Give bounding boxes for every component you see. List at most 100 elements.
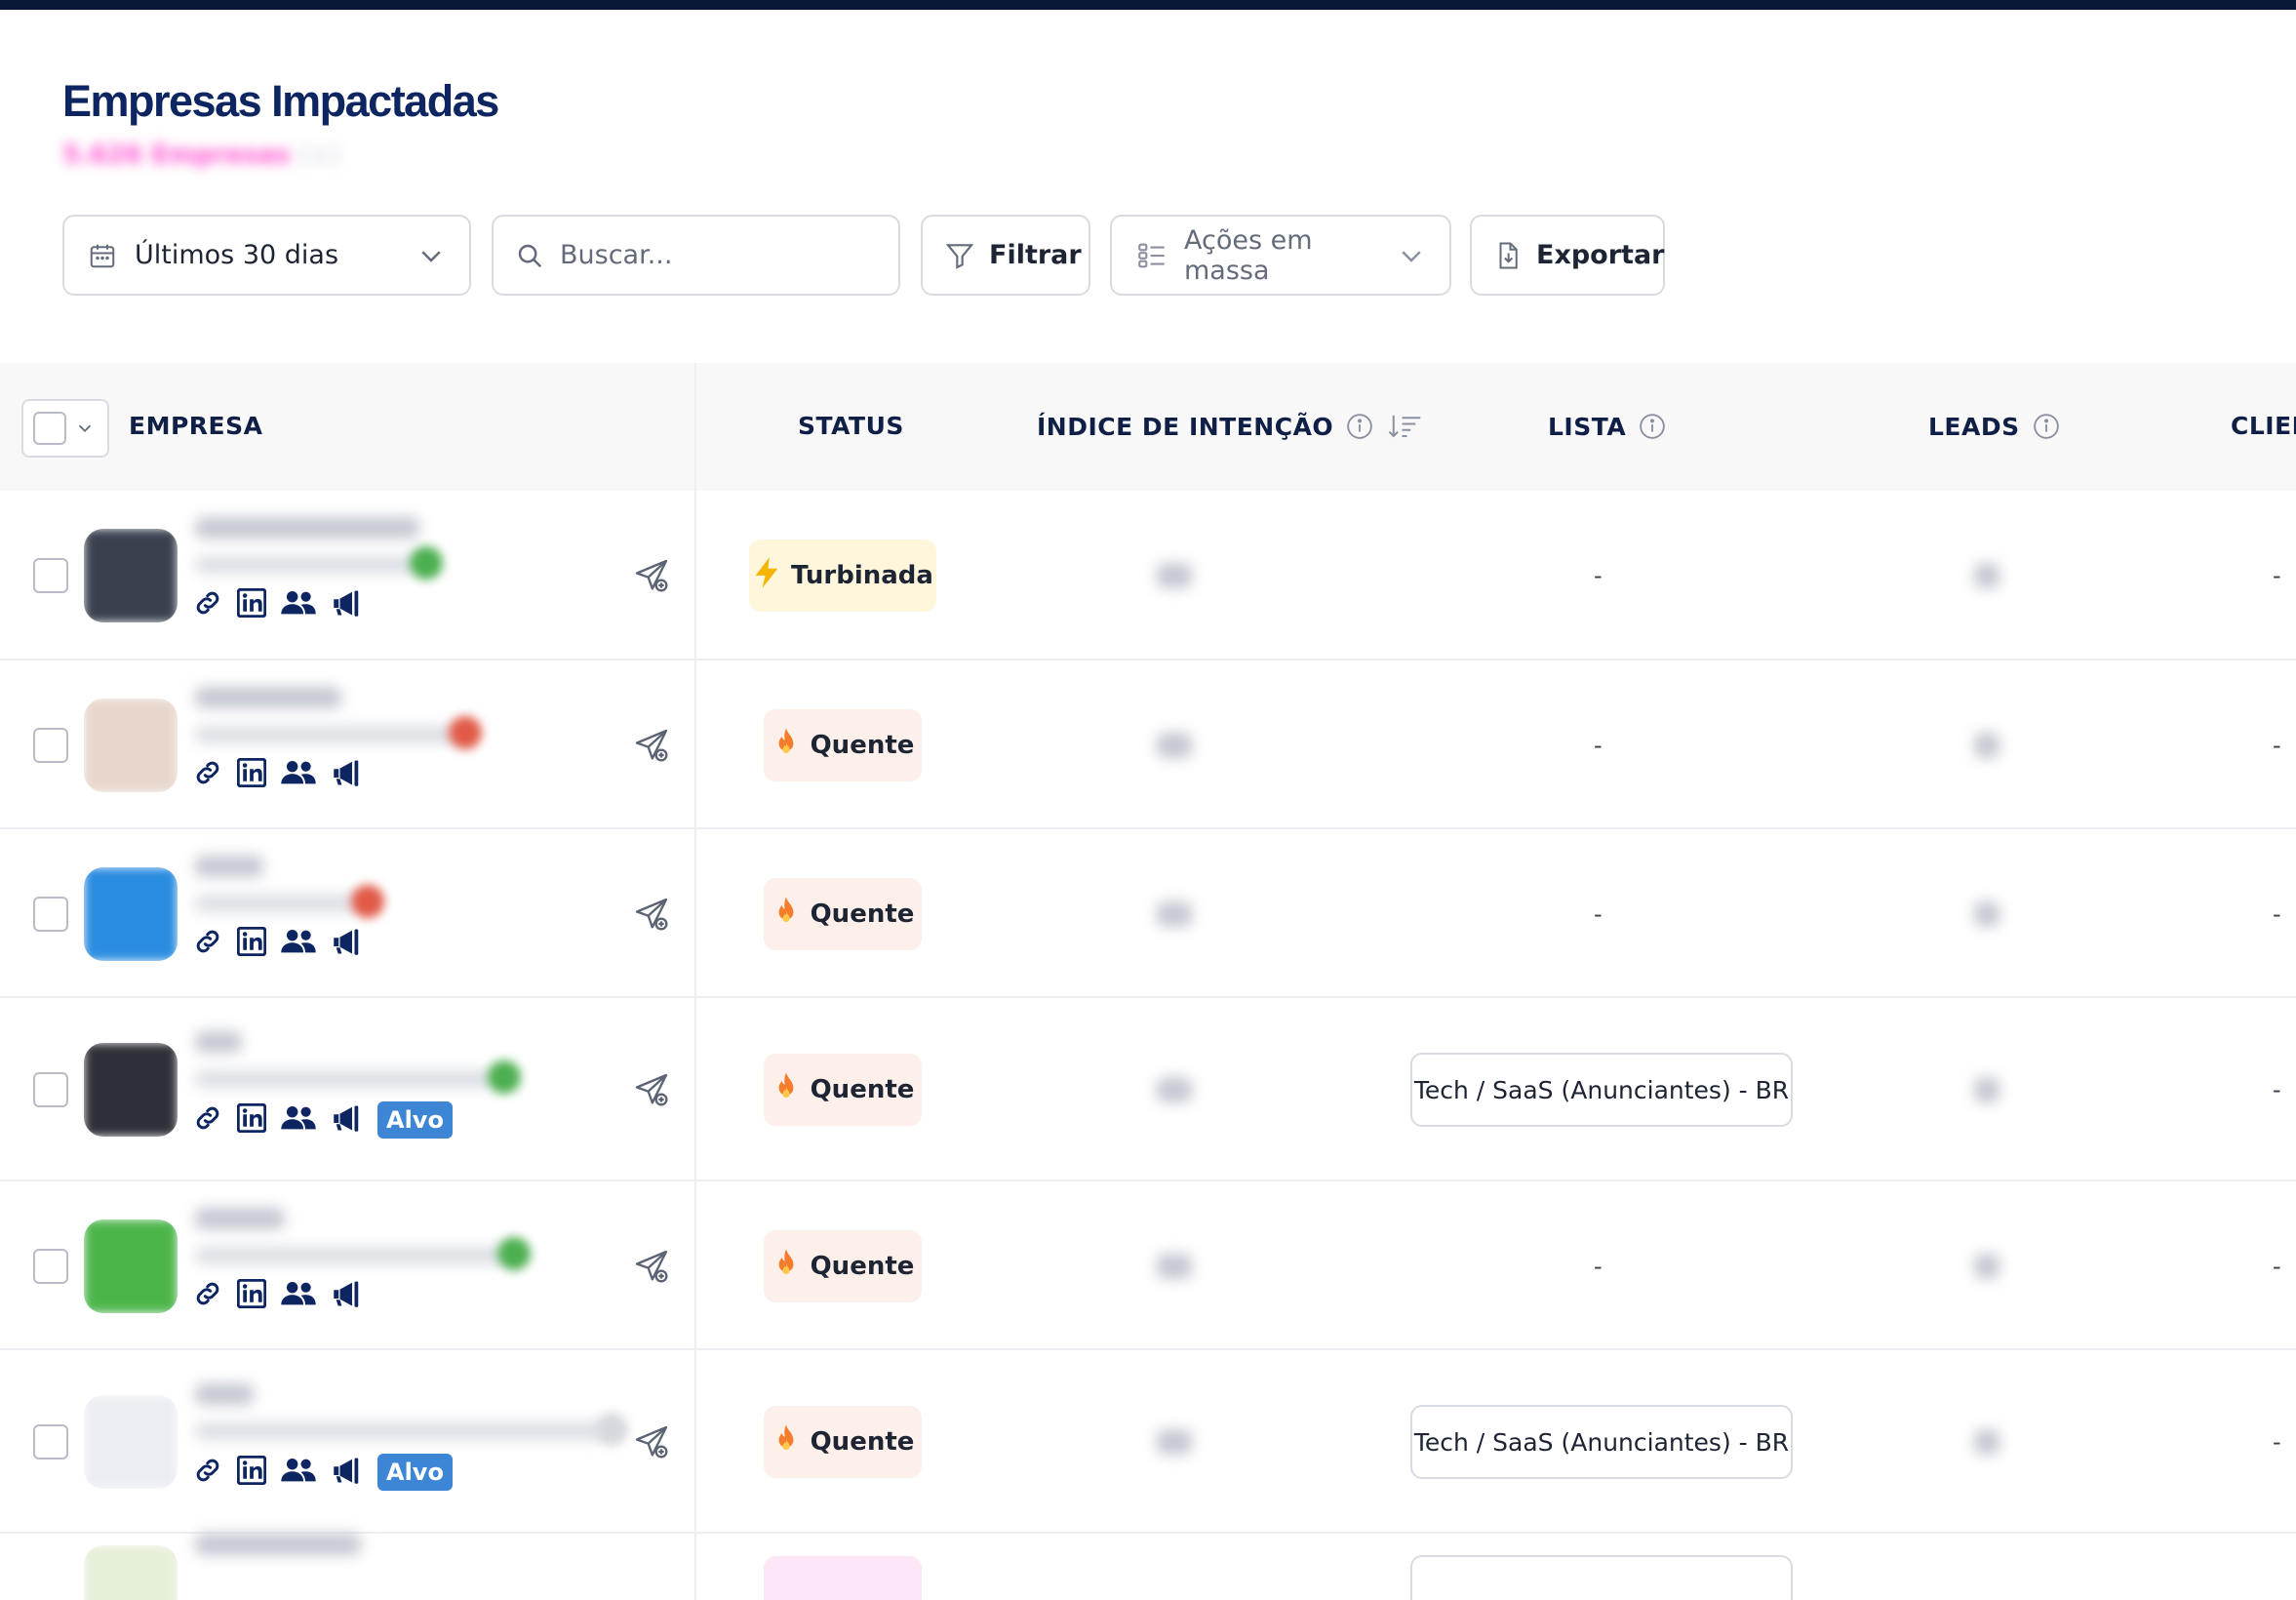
company-name-redacted xyxy=(195,1534,361,1555)
link-icon[interactable] xyxy=(192,1278,223,1313)
lista-empty: - xyxy=(1594,732,1603,759)
row-checkbox[interactable] xyxy=(33,558,68,593)
company-links xyxy=(192,926,364,961)
send-icon[interactable] xyxy=(632,895,671,938)
company-logo xyxy=(84,1395,178,1489)
calendar-icon xyxy=(90,244,115,267)
link-icon[interactable] xyxy=(192,757,223,792)
table-row[interactable]: Turbinada - - xyxy=(0,491,2296,660)
send-icon[interactable] xyxy=(632,1422,671,1465)
status-badge: Quente xyxy=(764,1230,922,1302)
megaphone-icon[interactable] xyxy=(331,588,364,621)
intent-score-redacted xyxy=(1157,563,1192,588)
bulk-actions-dropdown[interactable]: Ações em massa xyxy=(1110,215,1451,296)
select-all-box[interactable] xyxy=(33,412,66,445)
company-flag-redacted xyxy=(488,1060,521,1094)
header-leads[interactable]: LEADS xyxy=(1928,412,2061,441)
chevron-down-icon[interactable] xyxy=(74,418,96,439)
linkedin-icon[interactable] xyxy=(236,926,267,960)
info-icon[interactable] xyxy=(1638,412,1667,441)
fire-icon xyxy=(772,1423,801,1460)
linkedin-icon[interactable] xyxy=(236,587,267,621)
megaphone-icon[interactable] xyxy=(331,1279,364,1312)
company-links: Alvo xyxy=(192,1454,453,1491)
list-chip[interactable]: Tech / SaaS (Anunciantes) - BR xyxy=(1410,1053,1793,1127)
people-icon[interactable] xyxy=(280,757,317,792)
intent-score-redacted xyxy=(1157,1077,1192,1102)
linkedin-icon[interactable] xyxy=(236,1455,267,1489)
row-checkbox[interactable] xyxy=(33,1249,68,1284)
clientes-value: - xyxy=(2273,1428,2281,1456)
link-icon[interactable] xyxy=(192,587,223,622)
header-lista[interactable]: LISTA xyxy=(1548,412,1667,441)
intent-score-redacted xyxy=(1157,1254,1192,1279)
table-row[interactable] xyxy=(0,1534,2296,1600)
row-checkbox[interactable] xyxy=(33,728,68,763)
send-icon[interactable] xyxy=(632,1070,671,1113)
search-box[interactable] xyxy=(492,215,900,296)
status-badge: Quente xyxy=(764,709,922,781)
link-icon[interactable] xyxy=(192,926,223,961)
company-logo xyxy=(84,1043,178,1137)
date-range-select[interactable]: Últimos 30 dias xyxy=(62,215,471,296)
lista-empty: - xyxy=(1594,562,1603,589)
leads-count-redacted xyxy=(1974,733,1999,758)
row-checkbox[interactable] xyxy=(33,897,68,932)
select-all-checkbox[interactable] xyxy=(21,399,109,458)
send-icon[interactable] xyxy=(632,1247,671,1290)
header-clientes[interactable]: CLIEN xyxy=(2231,412,2296,440)
export-label: Exportar xyxy=(1536,240,1665,270)
table-row[interactable]: Alvo Quente Tech / SaaS (Anunciantes) - B… xyxy=(0,1350,2296,1534)
people-icon[interactable] xyxy=(280,1455,317,1490)
row-checkbox[interactable] xyxy=(33,1424,68,1460)
info-icon[interactable] xyxy=(1345,412,1374,441)
intent-score-redacted xyxy=(1157,1429,1192,1455)
link-icon[interactable] xyxy=(192,1102,223,1138)
sort-icon[interactable] xyxy=(1386,412,1423,441)
company-name-redacted xyxy=(195,856,263,877)
megaphone-icon[interactable] xyxy=(331,758,364,791)
leads-count-redacted xyxy=(1974,1429,1999,1455)
company-logo xyxy=(84,1545,178,1600)
lightning-icon xyxy=(752,556,781,595)
chevron-down-icon xyxy=(1402,250,1421,262)
linkedin-icon[interactable] xyxy=(236,1278,267,1312)
company-info-redacted xyxy=(195,726,458,743)
header-status[interactable]: STATUS xyxy=(798,412,904,440)
fire-icon xyxy=(772,727,801,764)
send-icon[interactable] xyxy=(632,556,671,599)
megaphone-icon[interactable] xyxy=(331,927,364,960)
link-icon[interactable] xyxy=(192,1455,223,1490)
linkedin-icon[interactable] xyxy=(236,757,267,791)
info-icon[interactable] xyxy=(2032,412,2061,441)
export-button[interactable]: Exportar xyxy=(1470,215,1665,296)
company-name-redacted xyxy=(195,687,341,708)
company-flag-redacted xyxy=(351,885,384,918)
header-empresa[interactable]: EMPRESA xyxy=(129,412,262,440)
send-icon[interactable] xyxy=(632,726,671,769)
filter-label: Filtrar xyxy=(989,240,1082,270)
top-bar xyxy=(0,0,2296,10)
company-name-redacted xyxy=(195,1208,285,1229)
people-icon[interactable] xyxy=(280,926,317,961)
list-chip[interactable] xyxy=(1410,1555,1793,1600)
linkedin-icon[interactable] xyxy=(236,1102,267,1137)
people-icon[interactable] xyxy=(280,587,317,622)
people-icon[interactable] xyxy=(280,1278,317,1313)
people-icon[interactable] xyxy=(280,1102,317,1138)
table-row[interactable]: Quente - - xyxy=(0,660,2296,829)
table-row[interactable]: Alvo Quente Tech / SaaS (Anunciantes) - B… xyxy=(0,998,2296,1181)
table-row[interactable]: Quente - - xyxy=(0,1181,2296,1350)
status-badge: Quente xyxy=(764,1054,922,1126)
filter-button[interactable]: Filtrar xyxy=(921,215,1090,296)
row-checkbox[interactable] xyxy=(33,1072,68,1107)
header-intencao[interactable]: ÍNDICE DE INTENÇÃO xyxy=(1037,412,1423,441)
page-title: Empresas Impactadas xyxy=(62,76,499,126)
list-chip[interactable]: Tech / SaaS (Anunciantes) - BR xyxy=(1410,1405,1793,1479)
megaphone-icon[interactable] xyxy=(331,1456,364,1489)
intent-score-redacted xyxy=(1157,901,1192,927)
table-row[interactable]: Quente - - xyxy=(0,829,2296,998)
search-input[interactable] xyxy=(560,240,872,270)
company-name-redacted xyxy=(195,517,419,539)
megaphone-icon[interactable] xyxy=(331,1103,364,1137)
